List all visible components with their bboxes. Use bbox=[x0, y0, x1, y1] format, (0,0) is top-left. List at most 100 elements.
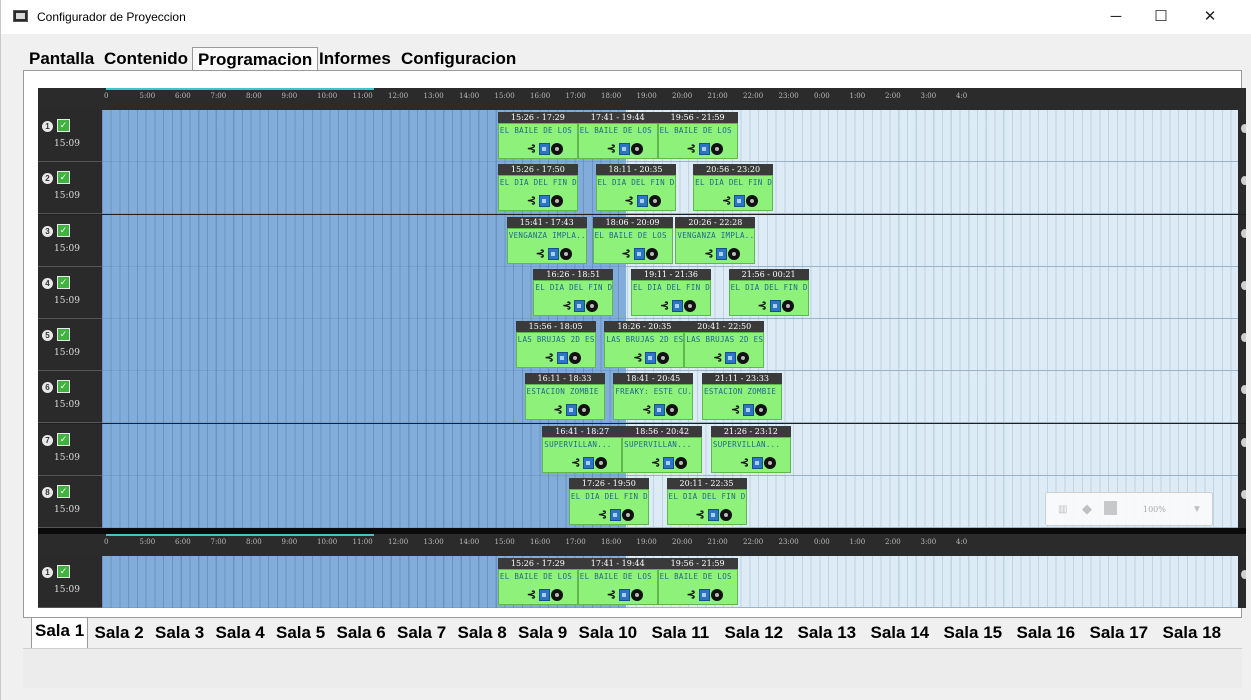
split-icon[interactable]: ⊰ bbox=[536, 248, 548, 260]
show-body[interactable]: EL BAILE DE LOS ... ⊰ bbox=[657, 569, 738, 605]
edit-icon[interactable] bbox=[583, 456, 595, 469]
show-body[interactable]: VENGANZA IMPLA... ⊰ bbox=[506, 227, 587, 264]
options-icon[interactable] bbox=[666, 404, 679, 417]
close-button[interactable]: ✕ bbox=[1194, 6, 1226, 28]
show-block[interactable]: 18:11 - 20:35 EL DIA DEL FIN DEL M... ⊰ bbox=[595, 164, 676, 212]
row-enabled-checkbox[interactable]: ✓ bbox=[57, 171, 70, 185]
show-block[interactable]: 16:11 - 18:33 ESTACION ZOMBIE 2:... ⊰ bbox=[524, 373, 605, 421]
sala-tab[interactable]: Sala 1 bbox=[31, 618, 89, 648]
split-icon[interactable]: ⊰ bbox=[687, 589, 699, 601]
edit-icon[interactable] bbox=[538, 589, 550, 601]
split-icon[interactable]: ⊰ bbox=[607, 143, 619, 155]
tab-programacion[interactable]: Programacion bbox=[192, 47, 319, 71]
show-block[interactable]: 19:56 - 21:59 EL BAILE DE LOS ... ⊰ bbox=[657, 558, 738, 605]
tab-informes[interactable]: Informes bbox=[314, 47, 396, 71]
edit-icon[interactable] bbox=[743, 404, 754, 417]
split-icon[interactable]: ⊰ bbox=[625, 195, 637, 207]
split-icon[interactable]: ⊰ bbox=[740, 457, 752, 469]
row-enabled-checkbox[interactable]: ✓ bbox=[57, 484, 70, 498]
show-body[interactable]: ESTACION ZOMBIE 2:... ⊰ bbox=[702, 384, 782, 421]
show-body[interactable]: LAS BRUJAS 2D ES... ⊰ bbox=[604, 332, 685, 368]
options-icon[interactable] bbox=[630, 143, 643, 155]
split-icon[interactable]: ⊰ bbox=[642, 404, 654, 416]
options-icon[interactable] bbox=[710, 589, 723, 601]
options-icon[interactable] bbox=[559, 247, 572, 260]
show-body[interactable]: LAS BRUJAS 2D ES... ⊰ bbox=[684, 332, 765, 368]
show-body[interactable]: LAS BRUJAS 2D ES... ⊰ bbox=[515, 332, 596, 368]
show-block[interactable]: 15:26 - 17:29 EL BAILE DE LOS ... ⊰ bbox=[497, 558, 578, 605]
show-block[interactable]: 19:56 - 21:59 EL BAILE DE LOS ... ⊰ bbox=[657, 112, 738, 159]
show-block[interactable]: 17:26 - 19:50 EL DIA DEL FIN DEL M... ⊰ bbox=[568, 477, 649, 525]
options-icon[interactable] bbox=[577, 404, 590, 417]
show-block[interactable]: 20:26 - 22:28 VENGANZA IMPLA... ⊰ bbox=[675, 216, 756, 264]
split-icon[interactable]: ⊰ bbox=[722, 195, 734, 207]
split-icon[interactable]: ⊰ bbox=[713, 352, 725, 364]
zoom-dropdown-icon[interactable]: ▼ bbox=[1192, 504, 1202, 515]
options-icon[interactable] bbox=[710, 143, 723, 155]
show-body[interactable]: EL DIA DEL FIN DEL M... ⊰ bbox=[533, 279, 614, 316]
split-icon[interactable]: ⊰ bbox=[607, 589, 619, 601]
split-icon[interactable]: ⊰ bbox=[731, 404, 743, 416]
show-block[interactable]: 19:11 - 21:36 EL DIA DEL FIN DEL M... ⊰ bbox=[631, 268, 711, 316]
split-icon[interactable]: ⊰ bbox=[687, 143, 699, 155]
options-icon[interactable] bbox=[630, 589, 643, 601]
tag-icon[interactable]: ◆ bbox=[1082, 501, 1092, 517]
show-body[interactable]: EL DIA DEL FIN DEL M... ⊰ bbox=[595, 175, 676, 212]
split-icon[interactable]: ⊰ bbox=[758, 300, 770, 312]
sala-tab[interactable]: Sala 12 bbox=[722, 620, 787, 648]
show-body[interactable]: SUPERVILLAN... ⊰ bbox=[622, 436, 703, 473]
edit-icon[interactable] bbox=[725, 352, 737, 364]
edit-icon[interactable] bbox=[633, 247, 645, 260]
sala-tab[interactable]: Sala 18 bbox=[1160, 620, 1225, 648]
show-body[interactable]: EL DIA DEL FIN DEL M... ⊰ bbox=[497, 175, 578, 212]
edit-icon[interactable] bbox=[636, 195, 648, 208]
options-icon[interactable] bbox=[719, 508, 732, 521]
show-block[interactable]: 20:41 - 22:50 LAS BRUJAS 2D ES... ⊰ bbox=[684, 321, 765, 368]
options-icon[interactable] bbox=[550, 589, 563, 601]
tab-configuracion[interactable]: Configuracion bbox=[396, 47, 521, 71]
show-body[interactable]: EL BAILE DE LOS ... ⊰ bbox=[592, 227, 673, 264]
show-body[interactable]: EL DIA DEL FIN DEL M... ⊰ bbox=[693, 175, 774, 212]
split-icon[interactable]: ⊰ bbox=[660, 300, 672, 312]
edit-icon[interactable] bbox=[645, 352, 657, 364]
minimize-button[interactable]: ─ bbox=[1100, 6, 1132, 28]
show-body[interactable]: FREAKY: ESTE CU... ⊰ bbox=[613, 384, 694, 421]
show-body[interactable]: VENGANZA IMPLA... ⊰ bbox=[675, 227, 756, 264]
options-icon[interactable] bbox=[550, 143, 563, 155]
sala-tab[interactable]: Sala 11 bbox=[649, 620, 713, 648]
sala-tab[interactable]: Sala 5 bbox=[273, 620, 328, 648]
sala-tab[interactable]: Sala 13 bbox=[795, 620, 860, 648]
edit-icon[interactable] bbox=[707, 508, 719, 521]
tab-pantalla[interactable]: Pantalla bbox=[24, 47, 99, 71]
show-block[interactable]: 21:56 - 00:21 EL DIA DEL FIN DEL M... ⊰ bbox=[728, 268, 809, 316]
edit-icon[interactable] bbox=[609, 508, 621, 521]
options-icon[interactable] bbox=[550, 195, 563, 208]
stop-icon[interactable] bbox=[1104, 501, 1117, 515]
show-body[interactable]: EL DIA DEL FIN DEL M... ⊰ bbox=[568, 488, 649, 525]
row-enabled-checkbox[interactable]: ✓ bbox=[57, 119, 70, 132]
row-enabled-checkbox[interactable]: ✓ bbox=[57, 328, 70, 341]
sala-tab[interactable]: Sala 4 bbox=[213, 620, 268, 648]
show-body[interactable]: EL BAILE DE LOS ... ⊰ bbox=[577, 123, 658, 159]
split-icon[interactable]: ⊰ bbox=[527, 143, 539, 155]
show-body[interactable]: EL BAILE DE LOS ... ⊰ bbox=[657, 123, 738, 159]
show-body[interactable]: ESTACION ZOMBIE 2:... ⊰ bbox=[524, 384, 605, 421]
split-icon[interactable]: ⊰ bbox=[598, 509, 610, 521]
edit-icon[interactable] bbox=[556, 352, 568, 364]
edit-icon[interactable] bbox=[672, 299, 683, 312]
show-block[interactable]: 20:11 - 22:35 EL DIA DEL FIN DEL M... ⊰ bbox=[666, 477, 747, 525]
show-body[interactable]: SUPERVILLAN... ⊰ bbox=[542, 436, 623, 473]
options-icon[interactable] bbox=[763, 456, 776, 469]
show-body[interactable]: EL DIA DEL FIN DEL M... ⊰ bbox=[666, 488, 747, 525]
show-block[interactable]: 15:56 - 18:05 LAS BRUJAS 2D ES... ⊰ bbox=[515, 321, 596, 368]
options-icon[interactable] bbox=[657, 352, 670, 364]
row-enabled-checkbox[interactable]: ✓ bbox=[57, 565, 70, 578]
show-block[interactable]: 15:26 - 17:50 EL DIA DEL FIN DEL M... ⊰ bbox=[497, 164, 578, 212]
sala-tab[interactable]: Sala 9 bbox=[515, 620, 570, 648]
row-enabled-checkbox[interactable]: ✓ bbox=[57, 432, 70, 446]
split-icon[interactable]: ⊰ bbox=[562, 300, 574, 312]
trash-icon[interactable]: ▥ bbox=[1058, 504, 1067, 515]
options-icon[interactable] bbox=[568, 352, 581, 364]
options-icon[interactable] bbox=[728, 247, 741, 260]
options-icon[interactable] bbox=[595, 456, 608, 469]
